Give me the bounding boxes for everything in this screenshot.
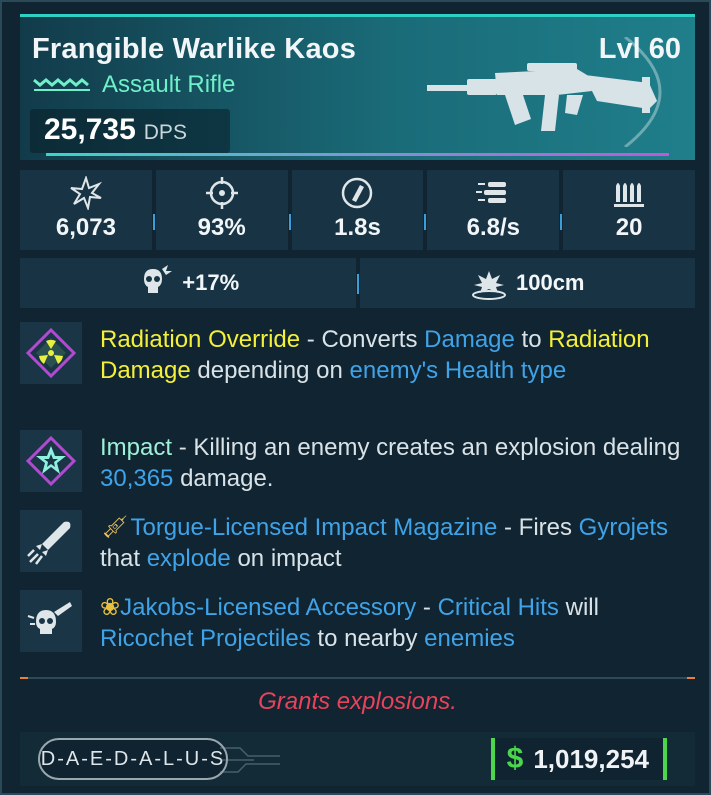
rarity-chevrons-icon [33,78,90,91]
dps-label: DPS [143,121,187,144]
circuit-decoration [220,747,280,773]
stat-divider [152,214,155,230]
perk-icon-box [20,430,82,492]
perk-radiation-override: Radiation Override - Converts Damage to … [20,322,695,386]
perk-icon-box [20,322,82,384]
keyword-link[interactable]: explode [147,545,231,572]
keyword-link[interactable]: Gyrojets [579,514,668,541]
substat-value: 100cm [515,270,585,295]
explosion-radius-icon [471,271,506,300]
jakobs-icon: ❀ [100,594,121,621]
radiation-icon [25,327,77,379]
perk-torgue-magazine: 💉︎Torgue-Licensed Impact Magazine - Fire… [20,510,695,574]
magazine-icon [614,183,645,207]
perk-description: Impact - Killing an enemy creates an exp… [100,430,695,494]
stat-accuracy: 93% [155,170,291,250]
perk-text-fragment: depending on [190,357,350,384]
item-type-row: Assault Rifle [32,71,235,99]
item-footer: D-A-E-D-A-L-U-S $ 1,019,254 [20,732,695,786]
perk-text-fragment: that [100,545,147,572]
perk-description: Radiation Override - Converts Damage to … [100,322,695,386]
reload-icon [342,177,373,209]
fire-rate-icon [476,182,507,203]
substat-radius: 100cm [359,258,695,308]
stat-divider [424,214,427,230]
perk-text-fragment: on impact [230,545,342,572]
stat-value: 6,073 [55,214,116,241]
substat-divider [356,274,359,294]
substats-row: +17% 100cm [20,258,695,308]
stat-value: 93% [197,214,246,241]
impact-star-icon [25,435,77,487]
perk-jakobs-accessory: ❀Jakobs-Licensed Accessory - Critical Hi… [20,590,695,654]
perk-text-fragment: - Fires [497,514,579,541]
stat-reload: 1.8s [291,170,427,250]
perk-name: Radiation Override [100,326,301,353]
perk-text-fragment: damage. [173,465,274,492]
perk-name: Impact [100,434,173,461]
torgue-icon: 💉︎ [100,514,131,541]
price-value: 1,019,254 [533,743,649,774]
damage-value: 30,365 [100,465,174,492]
stat-magazine: 20 [563,170,695,250]
currency-icon: $ [506,742,524,775]
perk-description: ❀Jakobs-Licensed Accessory - Critical Hi… [100,590,695,654]
stats-row: 6,073 93% 1.8s 6.8/s 20 [20,170,695,250]
item-type: Assault Rifle [102,71,236,98]
flavor-text: Grants explosions. [258,688,457,715]
accuracy-icon [205,177,238,209]
price-tag: $ 1,019,254 [490,738,667,780]
stat-fire-rate: 6.8/s [427,170,563,250]
dps-box: 25,735 DPS [30,109,230,153]
part-name[interactable]: Torgue-Licensed Impact Magazine [130,514,497,541]
assault-rifle-icon [427,63,657,131]
perk-text-fragment: - Killing an enemy creates an explosion … [172,434,681,461]
skull-crit-icon [144,265,173,293]
dps-value: 25,735 [44,113,136,146]
perk-impact: Impact - Killing an enemy creates an exp… [20,430,695,494]
damage-icon [70,176,102,210]
keyword-link[interactable]: Critical Hits [438,594,559,621]
stat-damage: 6,073 [20,170,155,250]
perk-text-fragment: - [416,594,438,621]
part-name[interactable]: Jakobs-Licensed Accessory [120,594,416,621]
stat-divider [288,214,291,230]
item-card: Frangible Warlike Kaos Lvl 60 Assault Ri… [0,0,711,795]
stat-value: 6.8/s [466,214,520,241]
perk-text-fragment: to nearby [310,625,425,652]
item-header: Frangible Warlike Kaos Lvl 60 Assault Ri… [20,14,695,160]
skull-accessory-icon [27,602,72,634]
perk-text-fragment: will [558,594,599,621]
perk-icon-box [20,590,82,652]
perk-text-fragment: - Converts [300,326,425,353]
header-underline [46,153,669,156]
substat-crit: +17% [20,258,359,308]
keyword-link[interactable]: enemies [424,625,515,652]
rocket-icon [27,521,71,565]
keyword-link[interactable]: Ricochet Projectiles [100,625,311,652]
perk-text-fragment: to [514,326,549,353]
keyword-link[interactable]: Damage [424,326,515,353]
item-name: Frangible Warlike Kaos [32,33,357,65]
perk-description: 💉︎Torgue-Licensed Impact Magazine - Fire… [100,510,695,574]
stat-divider [560,214,563,230]
stat-value: 20 [615,214,643,241]
section-divider [20,677,695,679]
manufacturer-logo: D-A-E-D-A-L-U-S [38,738,228,780]
substat-value: +17% [182,270,240,295]
keyword-link[interactable]: enemy's Health type [350,357,567,384]
stat-value: 1.8s [334,214,381,241]
perk-icon-box [20,510,82,572]
